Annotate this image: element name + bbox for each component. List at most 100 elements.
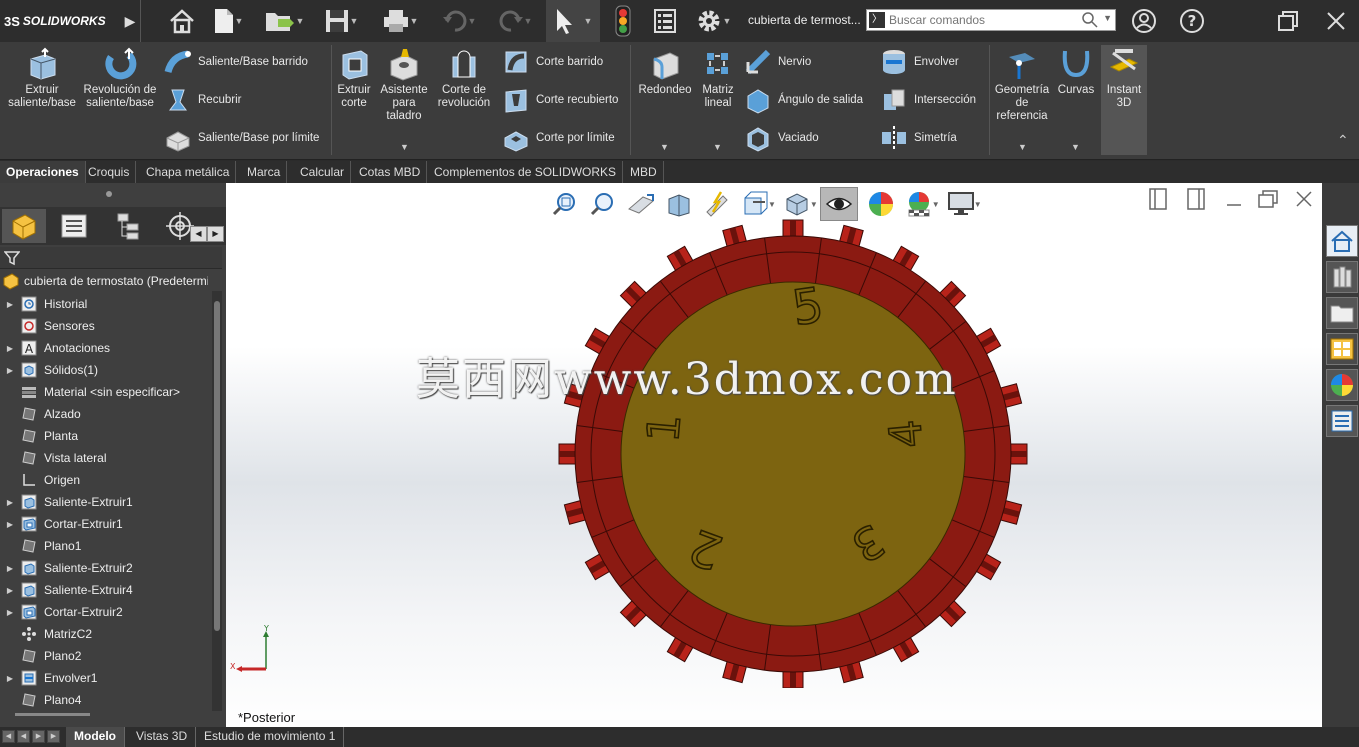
view-settings-button[interactable] bbox=[942, 187, 980, 221]
save-button[interactable]: ▼ bbox=[316, 0, 366, 42]
tab-configurationmanager[interactable] bbox=[106, 209, 150, 243]
dynamic-annotation-button[interactable] bbox=[698, 187, 736, 221]
chevron-down-icon[interactable]: ▼ bbox=[1103, 13, 1112, 23]
tile-left-button[interactable] bbox=[1146, 187, 1170, 211]
chevron-down-icon[interactable]: ▼ bbox=[660, 142, 669, 152]
section-view-button[interactable] bbox=[660, 187, 698, 221]
chevron-down-icon[interactable]: ▼ bbox=[713, 142, 722, 152]
apply-scene-button[interactable] bbox=[900, 187, 938, 221]
hide-show-items-button[interactable] bbox=[819, 187, 858, 221]
tree-horizontal-scrollbar[interactable] bbox=[15, 713, 90, 716]
tab-propertymanager[interactable] bbox=[52, 209, 96, 243]
undo-button[interactable]: ▼ bbox=[434, 0, 484, 42]
tree-item[interactable]: ▶ Saliente-Extruir2 bbox=[0, 557, 208, 579]
graphics-area[interactable]: ▼ ▼ ▼ ▼ ▼ bbox=[226, 183, 1322, 728]
tab-chapa-metalica[interactable]: Chapa metálica bbox=[140, 161, 237, 183]
options-button[interactable]: ▼ bbox=[686, 0, 740, 42]
chevron-down-icon[interactable]: ▼ bbox=[350, 16, 359, 26]
restore-button[interactable] bbox=[1266, 0, 1310, 42]
close-button[interactable] bbox=[1314, 0, 1358, 42]
tree-item[interactable]: ▶ Saliente-Extruir1 bbox=[0, 491, 208, 513]
custom-properties-button[interactable] bbox=[1326, 405, 1358, 437]
tree-item[interactable]: ▶ A Anotaciones bbox=[0, 337, 208, 359]
tree-item[interactable]: ▶ Cortar-Extruir2 bbox=[0, 601, 208, 623]
tree-filter[interactable] bbox=[0, 247, 222, 269]
search-icon[interactable] bbox=[1081, 11, 1099, 29]
expand-arrow-icon[interactable]: ▶ bbox=[0, 520, 20, 529]
tree-scrollbar[interactable] bbox=[212, 291, 222, 711]
tree-item[interactable]: ▶ Cortar-Extruir1 bbox=[0, 513, 208, 535]
tab-calcular[interactable]: Calcular bbox=[294, 161, 352, 183]
swept-cut-button[interactable]: Corte barrido bbox=[502, 48, 603, 76]
tree-item[interactable]: Origen bbox=[0, 469, 208, 491]
tab-marca[interactable]: Marca bbox=[241, 161, 288, 183]
tree-item[interactable]: ▶ Envolver1 bbox=[0, 667, 208, 689]
intersect-button[interactable]: Intersección bbox=[880, 86, 976, 114]
rebuild-button[interactable] bbox=[604, 0, 642, 42]
tab-mbd[interactable]: MBD bbox=[624, 161, 664, 183]
viewport-restore-button[interactable] bbox=[1256, 187, 1280, 211]
tree-item[interactable]: Plano4 bbox=[0, 689, 208, 711]
mirror-button[interactable]: Simetría bbox=[880, 124, 957, 152]
chevron-down-icon[interactable]: ▼ bbox=[468, 16, 477, 26]
expand-arrow-icon[interactable]: ▶ bbox=[0, 586, 20, 595]
chevron-down-icon[interactable]: ▼ bbox=[584, 16, 593, 26]
expand-arrow-icon[interactable]: ▶ bbox=[0, 608, 20, 617]
tree-root-part[interactable]: cubierta de termostato (Predeterminado bbox=[2, 271, 208, 291]
zoom-to-area-button[interactable] bbox=[584, 187, 622, 221]
first-tab-icon[interactable]: ◀ bbox=[2, 730, 15, 743]
boundary-cut-button[interactable]: Corte por límite bbox=[502, 124, 615, 152]
hole-wizard-button[interactable]: Asistente para taladro bbox=[378, 47, 430, 123]
tab-vistas-3d[interactable]: Vistas 3D bbox=[128, 727, 197, 747]
chevron-left-icon[interactable]: ◀ bbox=[190, 226, 207, 242]
curves-button[interactable]: Curvas bbox=[1054, 47, 1098, 97]
edit-appearance-button[interactable] bbox=[862, 187, 900, 221]
tile-right-button[interactable] bbox=[1184, 187, 1208, 211]
next-tab-icon[interactable]: ▶ bbox=[32, 730, 45, 743]
print-button[interactable]: ▼ bbox=[374, 0, 426, 42]
thermostat-cover-model[interactable]: 5 4 3 2 1 bbox=[556, 218, 1031, 688]
wrap-button[interactable]: Envolver bbox=[880, 48, 959, 76]
collapse-ribbon-icon[interactable]: ⌃ bbox=[1337, 132, 1349, 149]
search-input[interactable] bbox=[889, 12, 1079, 28]
viewport-close-button[interactable] bbox=[1292, 187, 1316, 211]
tab-croquis[interactable]: Croquis bbox=[82, 161, 137, 183]
new-document-button[interactable]: ▼ bbox=[206, 0, 250, 42]
tree-item[interactable]: Plano2 bbox=[0, 645, 208, 667]
last-tab-icon[interactable]: ▶ bbox=[47, 730, 60, 743]
tree-item[interactable]: Planta bbox=[0, 425, 208, 447]
chevron-right-icon[interactable]: ▶ bbox=[207, 226, 224, 242]
user-button[interactable] bbox=[1122, 0, 1166, 42]
view-palette-button[interactable] bbox=[1326, 333, 1358, 365]
view-orientation-button[interactable] bbox=[736, 187, 774, 221]
file-explorer-button[interactable] bbox=[1326, 297, 1358, 329]
chevron-down-icon[interactable]: ▼ bbox=[235, 16, 244, 26]
previous-view-button[interactable] bbox=[622, 187, 660, 221]
loft-button[interactable]: Recubrir bbox=[164, 86, 241, 114]
lofted-cut-button[interactable]: Corte recubierto bbox=[502, 86, 618, 114]
tab-estudio-movimiento[interactable]: Estudio de movimiento 1 bbox=[196, 727, 345, 747]
previous-tab-icon[interactable]: ◀ bbox=[17, 730, 30, 743]
chevron-down-icon[interactable]: ▼ bbox=[524, 16, 533, 26]
tree-item[interactable]: MatrizC2 bbox=[0, 623, 208, 645]
file-properties-button[interactable] bbox=[646, 0, 684, 42]
extrude-cut-button[interactable]: Extruir corte bbox=[334, 47, 374, 110]
revolve-boss-button[interactable]: Revolución de saliente/base bbox=[82, 47, 158, 110]
open-button[interactable]: ▼ bbox=[258, 0, 310, 42]
instant3d-button[interactable]: Instant 3D bbox=[1102, 47, 1146, 110]
scrollbar-thumb[interactable] bbox=[214, 301, 220, 631]
linear-pattern-button[interactable]: Matriz lineal bbox=[698, 47, 738, 110]
tab-operaciones[interactable]: Operaciones bbox=[0, 161, 86, 183]
solidworks-logo[interactable]: 3S SOLIDWORKS bbox=[0, 0, 140, 42]
tree-item[interactable]: Vista lateral bbox=[0, 447, 208, 469]
boundary-boss-button[interactable]: Saliente/Base por límite bbox=[164, 124, 319, 152]
display-style-button[interactable] bbox=[778, 187, 816, 221]
tab-featuremanager[interactable] bbox=[2, 209, 46, 243]
tab-cotas-mbd[interactable]: Cotas MBD bbox=[353, 161, 428, 183]
extrude-boss-button[interactable]: Extruir saliente/base bbox=[6, 47, 78, 110]
rib-button[interactable]: Nervio bbox=[744, 48, 811, 76]
chevron-down-icon[interactable]: ▼ bbox=[400, 142, 409, 152]
expand-arrow-icon[interactable]: ▶ bbox=[0, 498, 20, 507]
expand-arrow-icon[interactable]: ▶ bbox=[0, 564, 20, 573]
tab-complementos[interactable]: Complementos de SOLIDWORKS bbox=[428, 161, 624, 183]
